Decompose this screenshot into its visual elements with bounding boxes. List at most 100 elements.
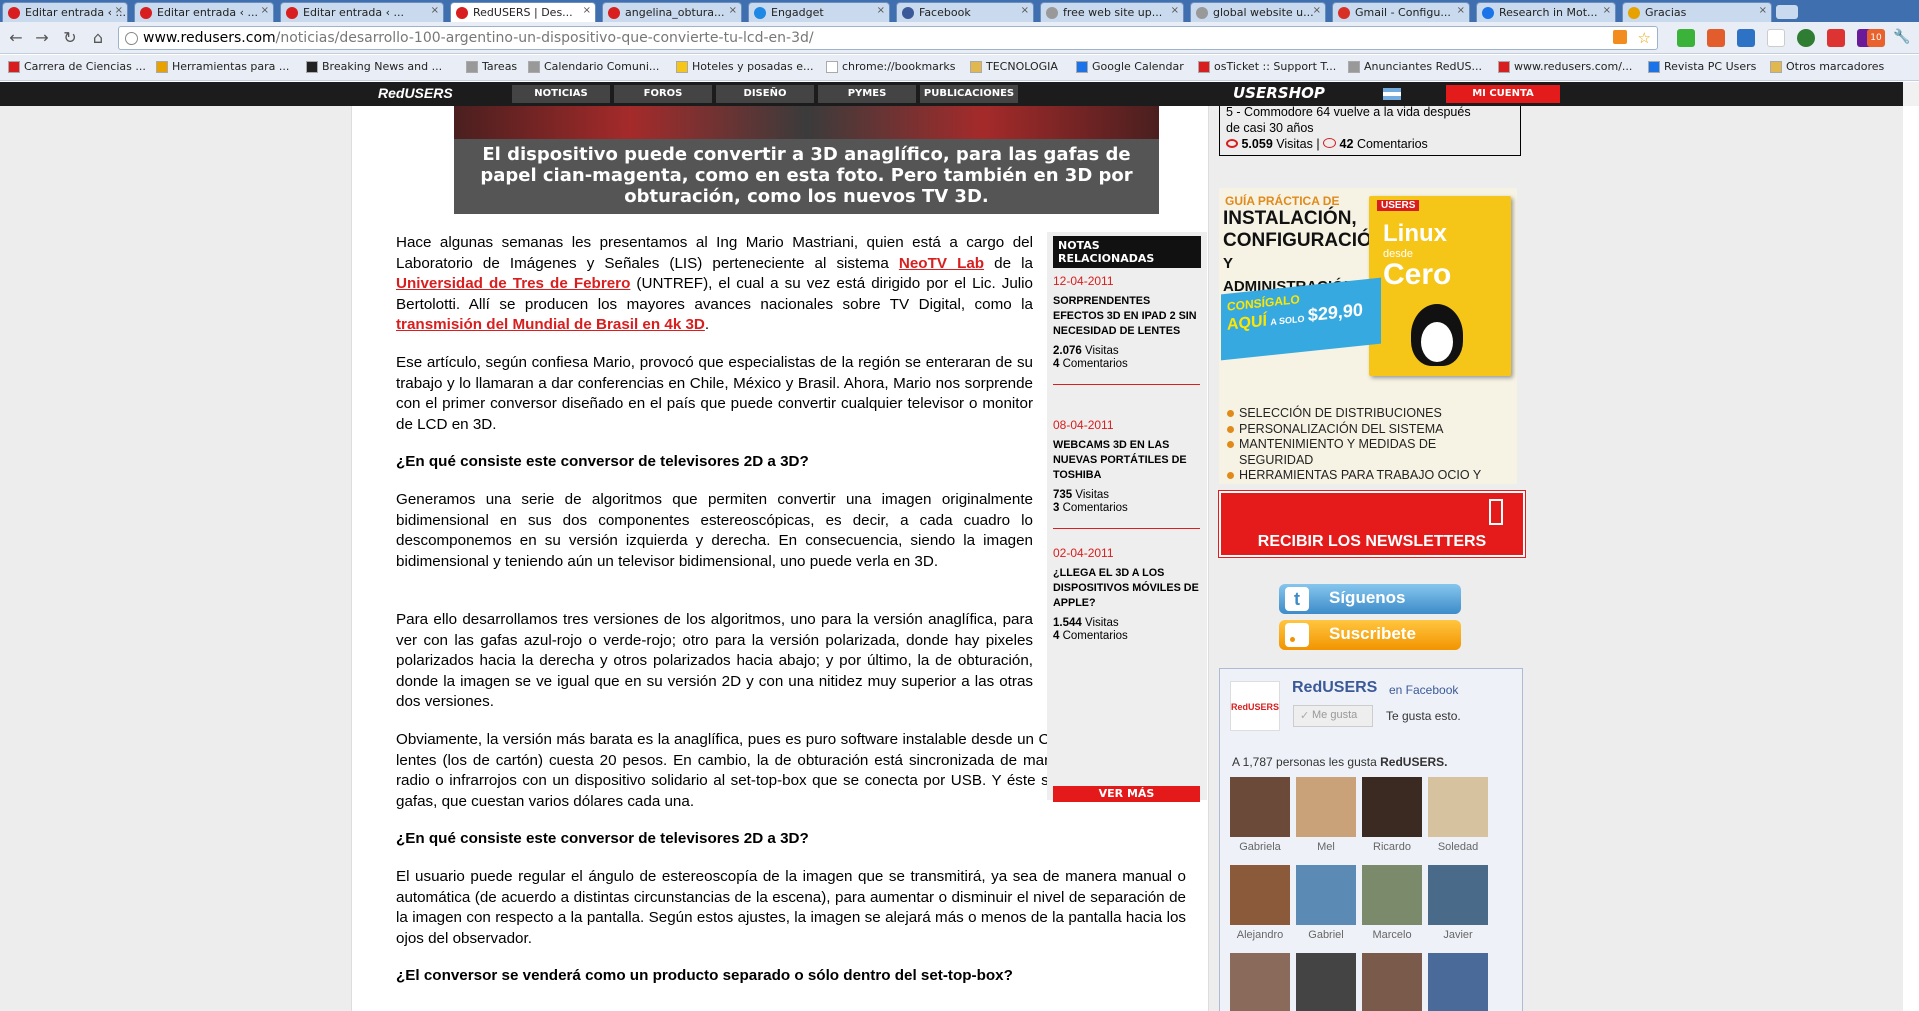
bookmark-item[interactable]: Tareas — [466, 60, 517, 73]
bookmark-item[interactable]: osTicket :: Support T... — [1198, 60, 1336, 73]
fb-like-button[interactable]: ✓ Me gusta — [1293, 705, 1373, 727]
fb-person[interactable]: Javier — [1428, 865, 1488, 941]
rss-icon[interactable] — [1613, 30, 1627, 44]
link-mundial-4k[interactable]: transmisión del Mundial de Brasil en 4k … — [396, 316, 705, 333]
avatar[interactable] — [1296, 865, 1356, 925]
browser-tab[interactable]: Gmail - Configu... × — [1332, 2, 1470, 22]
browser-tab[interactable]: angelina_obtura... × — [602, 2, 742, 22]
fb-page-logo[interactable]: RedUSERS — [1230, 681, 1280, 731]
bookmark-item[interactable]: www.redusers.com/... — [1498, 60, 1632, 73]
browser-tab[interactable]: Editar entrada ‹ ... × — [280, 2, 444, 22]
browser-tab[interactable]: RedUSERS | Des... × — [450, 2, 596, 22]
browser-tab[interactable]: Engadget × — [748, 2, 890, 22]
url-bar[interactable]: www.redusers.com/noticias/desarrollo-100… — [118, 26, 1658, 50]
wrench-icon[interactable]: 🔧 — [1893, 29, 1911, 47]
browser-tab[interactable]: Editar entrada ‹ ... × — [2, 2, 128, 22]
tab-close-icon[interactable]: × — [115, 5, 123, 16]
related-title[interactable]: ¿LLEGA EL 3D A LOS DISPOSITIVOS MÓVILES … — [1053, 566, 1200, 611]
bookmark-item[interactable]: chrome://bookmarks — [826, 60, 956, 73]
fb-person[interactable]: Marcelo — [1362, 865, 1422, 941]
bookmark-item[interactable]: Revista PC Users — [1648, 60, 1756, 73]
star-icon[interactable]: ☆ — [1638, 29, 1651, 47]
most-read-title[interactable]: 5 - Commodore 64 vuelve a la vida despué… — [1226, 106, 1516, 120]
tab-close-icon[interactable]: × — [729, 5, 737, 16]
browser-tab[interactable]: Gracias × — [1622, 2, 1772, 22]
link-untref[interactable]: Universidad de Tres de Febrero — [396, 275, 630, 292]
bookmark-item[interactable]: TECNOLOGIA — [970, 60, 1058, 73]
avatar[interactable] — [1230, 865, 1290, 925]
fb-person[interactable]: Ricardo — [1362, 777, 1422, 853]
most-read-title-cont[interactable]: de casi 30 años — [1226, 120, 1516, 136]
bookmark-item[interactable]: Breaking News and ... — [306, 60, 442, 73]
calendar-extension-icon[interactable] — [1737, 29, 1755, 47]
nav-noticias[interactable]: NOTICIAS — [512, 85, 610, 103]
browser-tab[interactable]: global website u... × — [1190, 2, 1326, 22]
nav-publicaciones[interactable]: PUBLICACIONES — [920, 85, 1018, 103]
tab-close-icon[interactable]: × — [1313, 5, 1321, 16]
reload-icon[interactable]: ↻ — [60, 28, 80, 48]
bookmark-item[interactable]: Calendario Comuni... — [528, 60, 659, 73]
tab-close-icon[interactable]: × — [877, 5, 885, 16]
bookmark-item[interactable]: Google Calendar — [1076, 60, 1184, 73]
fb-person[interactable]: Mel — [1296, 777, 1356, 853]
bookmark-item[interactable]: Herramientas para ... — [156, 60, 289, 73]
ver-mas-button[interactable]: VER MÁS — [1053, 786, 1200, 802]
avatar[interactable] — [1230, 953, 1290, 1011]
google-extension-icon[interactable] — [1767, 29, 1785, 47]
related-title[interactable]: WEBCAMS 3D EN LAS NUEVAS PORTÁTILES DE T… — [1053, 438, 1200, 483]
browser-tab[interactable]: Research in Mot... × — [1476, 2, 1616, 22]
bookmark-item[interactable]: Anunciantes RedUS... — [1348, 60, 1482, 73]
avatar[interactable] — [1296, 953, 1356, 1011]
notifications-badge[interactable]: 10 — [1867, 29, 1885, 47]
plus-extension-icon[interactable] — [1707, 29, 1725, 47]
fb-person[interactable]: Alejandro — [1230, 865, 1290, 941]
bookmark-item[interactable]: Hoteles y posadas e... — [676, 60, 814, 73]
browser-tab[interactable]: Editar entrada ‹ ... × — [134, 2, 274, 22]
related-item[interactable]: 08-04-2011 WEBCAMS 3D EN LAS NUEVAS PORT… — [1053, 418, 1200, 529]
avatar[interactable] — [1362, 865, 1422, 925]
fb-person[interactable]: Soledad — [1428, 777, 1488, 853]
usershop-logo[interactable]: USERSHOP — [1233, 84, 1325, 102]
tab-close-icon[interactable]: × — [1759, 5, 1767, 16]
avatar[interactable] — [1296, 777, 1356, 837]
bookmark-item[interactable]: Otros marcadores — [1770, 60, 1884, 73]
nav-diseno[interactable]: DISEÑO — [716, 85, 814, 103]
related-item[interactable]: 02-04-2011 ¿LLEGA EL 3D A LOS DISPOSITIV… — [1053, 546, 1200, 642]
linux-book-ad[interactable]: GUÍA PRÁCTICA DE INSTALACIÓN, CONFIGURACI… — [1219, 188, 1517, 484]
scrollbar-top[interactable] — [1903, 82, 1919, 106]
home-icon[interactable]: ⌂ — [88, 28, 108, 48]
tab-close-icon[interactable]: × — [1021, 5, 1029, 16]
fb-person[interactable]: Gabriela — [1230, 777, 1290, 853]
tab-close-icon[interactable]: × — [261, 5, 269, 16]
avatar[interactable] — [1362, 953, 1422, 1011]
forward-icon[interactable]: → — [32, 28, 52, 48]
avatar[interactable] — [1362, 777, 1422, 837]
fb-page-name[interactable]: RedUSERS — [1292, 679, 1377, 697]
nav-pymes[interactable]: PYMES — [818, 85, 916, 103]
newsletter-button[interactable]: RECIBIR LOS NEWSLETTERS — [1218, 490, 1526, 558]
related-title[interactable]: SORPRENDENTES EFECTOS 3D EN IPAD 2 SIN N… — [1053, 294, 1200, 339]
fb-person[interactable]: Gabriel — [1296, 865, 1356, 941]
avatar[interactable] — [1428, 865, 1488, 925]
seo-extension-icon[interactable] — [1827, 29, 1845, 47]
bookmark-item[interactable]: Carrera de Ciencias ... — [8, 60, 146, 73]
avatar[interactable] — [1428, 953, 1488, 1011]
tab-close-icon[interactable]: × — [1171, 5, 1179, 16]
avatar[interactable] — [1428, 777, 1488, 837]
avatar[interactable] — [1230, 777, 1290, 837]
rss-subscribe-button[interactable]: Suscribete — [1279, 620, 1461, 650]
browser-tab[interactable]: free web site up... × — [1040, 2, 1184, 22]
stumbleupon-icon[interactable] — [1797, 29, 1815, 47]
new-tab-button[interactable] — [1776, 5, 1798, 19]
tab-close-icon[interactable]: × — [1457, 5, 1465, 16]
tab-close-icon[interactable]: × — [583, 5, 591, 16]
twitter-follow-button[interactable]: t Síguenos — [1279, 584, 1461, 614]
back-icon[interactable]: ← — [6, 28, 26, 48]
nav-foros[interactable]: FOROS — [614, 85, 712, 103]
browser-tab[interactable]: Facebook × — [896, 2, 1034, 22]
tab-close-icon[interactable]: × — [431, 5, 439, 16]
related-item[interactable]: 12-04-2011 SORPRENDENTES EFECTOS 3D EN I… — [1053, 274, 1200, 385]
link-neotv-lab[interactable]: NeoTV Lab — [899, 255, 984, 272]
site-logo[interactable]: RedUSERS — [378, 85, 453, 101]
mi-cuenta-button[interactable]: MI CUENTA — [1446, 85, 1560, 103]
